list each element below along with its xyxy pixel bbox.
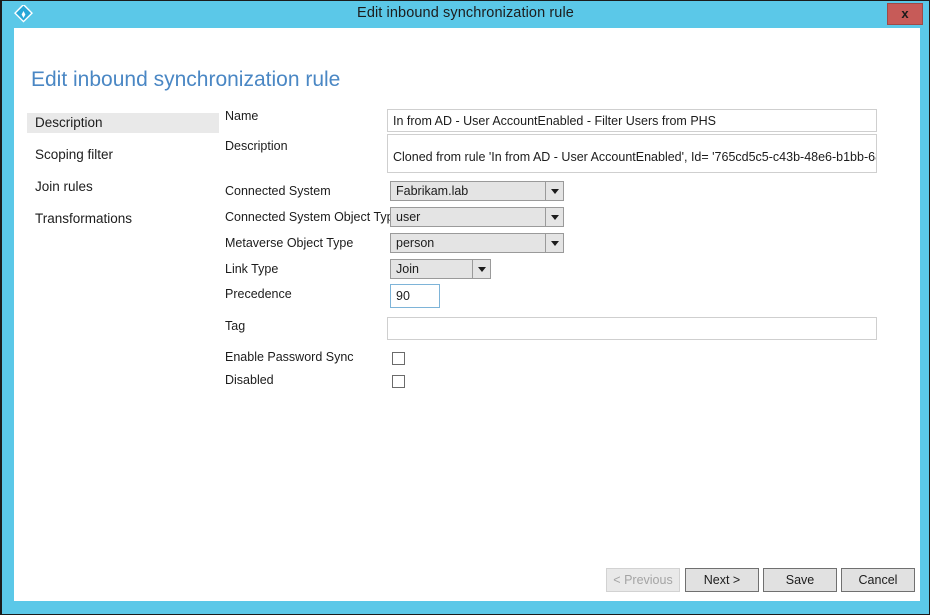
description-label: Description [225, 139, 288, 153]
enable-password-sync-checkbox[interactable] [392, 352, 405, 365]
name-label: Name [225, 109, 259, 123]
tag-label: Tag [225, 319, 246, 333]
precedence-label: Precedence [225, 287, 292, 301]
metaverse-object-type-dropdown[interactable]: person [390, 233, 564, 253]
chevron-down-icon[interactable] [472, 260, 490, 278]
connected-system-object-type-dropdown[interactable]: user [390, 207, 564, 227]
connected-system-object-type-value: user [396, 210, 421, 224]
connected-system-value: Fabrikam.lab [396, 184, 469, 198]
cancel-button[interactable]: Cancel [841, 568, 915, 592]
tag-input[interactable] [387, 317, 877, 340]
dialog-window: Edit inbound synchronization rule x Edit… [0, 0, 930, 615]
chevron-down-icon[interactable] [545, 182, 563, 200]
enable-password-sync-label: Enable Password Sync [225, 350, 354, 364]
connected-system-label: Connected System [225, 184, 331, 198]
chevron-down-icon[interactable] [545, 208, 563, 226]
metaverse-object-type-value: person [396, 236, 435, 250]
description-form: Name Description Cloned from rule 'In fr… [14, 28, 920, 601]
connected-system-object-type-label: Connected System Object Type [225, 210, 401, 224]
name-input[interactable] [387, 109, 877, 132]
link-type-dropdown[interactable]: Join [390, 259, 491, 279]
disabled-checkbox[interactable] [392, 375, 405, 388]
link-type-value: Join [396, 262, 419, 276]
chevron-down-icon[interactable] [545, 234, 563, 252]
description-textarea[interactable]: Cloned from rule 'In from AD - User Acco… [387, 134, 877, 173]
save-button[interactable]: Save [763, 568, 837, 592]
previous-button[interactable]: < Previous [606, 568, 680, 592]
close-button[interactable]: x [887, 3, 923, 25]
title-bar: Edit inbound synchronization rule x [2, 1, 929, 28]
next-button[interactable]: Next > [685, 568, 759, 592]
disabled-label: Disabled [225, 373, 274, 387]
metaverse-object-type-label: Metaverse Object Type [225, 236, 354, 250]
link-type-label: Link Type [225, 262, 279, 276]
dialog-client-area: Edit inbound synchronization rule Descri… [14, 28, 920, 601]
precedence-input[interactable] [390, 284, 440, 308]
window-title: Edit inbound synchronization rule [357, 5, 574, 21]
connected-system-dropdown[interactable]: Fabrikam.lab [390, 181, 564, 201]
